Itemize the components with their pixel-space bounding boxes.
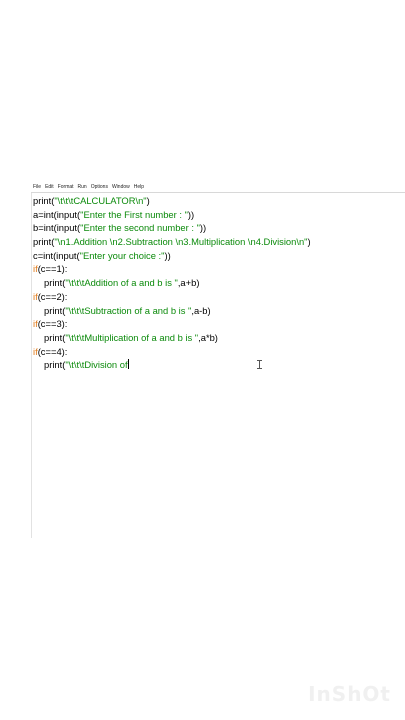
code-token: print( [33,236,55,248]
code-line: if(c==3): [33,317,403,331]
code-token: (c==4): [37,345,68,357]
menu-options[interactable]: Options [91,183,108,192]
menu-file[interactable]: File [33,183,41,192]
code-token: print( [44,331,66,343]
menu-bar: File Edit Format Run Options Window Help [31,183,405,192]
code-token: print( [33,195,55,206]
code-token: ,a*b) [198,331,218,343]
code-token: )) [164,249,171,261]
menu-window[interactable]: Window [112,183,130,192]
code-line: a=int(input("Enter the First number : ")… [33,208,403,222]
code-line: if(c==4): [33,345,403,359]
code-token: a=int(input( [33,208,81,220]
menu-run[interactable]: Run [78,183,87,192]
code-token: ,a-b) [191,304,211,316]
code-string: "Enter the second number : " [80,222,200,234]
code-token: (c==1): [37,263,68,275]
code-token: (c==3): [37,318,68,330]
code-line: print("\t\t\tCALCULATOR\n") [33,194,403,208]
code-token: )) [199,222,207,234]
text-cursor-icon [257,360,262,369]
code-string: "\t\t\tSubtraction of a and b is " [65,304,192,316]
code-string: "\t\t\tCALCULATOR\n" [54,195,147,206]
code-line: print("\t\t\tMultiplication of a and b i… [33,331,403,345]
code-line: print("\t\t\tDivision of [33,358,403,372]
idle-editor-window: File Edit Format Run Options Window Help… [31,183,405,538]
code-line: print("\t\t\tAddition of a and b is ",a+… [33,276,403,290]
code-string: "\n1.Addition \n2.Subtraction \n3.Multip… [54,236,308,248]
code-token: c=int(input( [33,249,80,261]
code-token: ) [307,236,311,248]
code-line: b=int(input("Enter the second number : "… [33,221,403,235]
code-string: "\t\t\tMultiplication of a and b is " [65,331,199,343]
code-token: b=int(input( [33,222,81,234]
code-line: if(c==2): [33,290,403,304]
watermark-logo: InShOt [308,682,391,706]
menu-divider [31,192,405,193]
editor-left-border [31,193,32,538]
code-token: )) [187,208,195,220]
code-token: ,a+b) [177,277,200,289]
code-token: (c==2): [37,290,68,302]
code-line: c=int(input("Enter your choice :")) [33,249,403,263]
code-line: print("\t\t\tSubtraction of a and b is "… [33,304,403,318]
code-token: print( [44,304,66,316]
text-caret [127,359,129,370]
code-token: ) [146,195,150,206]
code-editor-text-area[interactable]: print("\t\t\tCALCULATOR\n") a=int(input("… [33,194,403,534]
code-string: "\t\t\tAddition of a and b is " [65,277,178,289]
menu-edit[interactable]: Edit [45,183,54,192]
code-line: if(c==1): [33,262,403,276]
code-line: print("\n1.Addition \n2.Subtraction \n3.… [33,235,403,249]
menu-help[interactable]: Help [134,183,144,192]
code-string: "Enter your choice :" [79,249,165,261]
code-token: print( [44,277,66,289]
code-token: print( [44,359,66,371]
code-string: "Enter the First number : " [80,208,188,220]
menu-format[interactable]: Format [58,183,74,192]
code-string: "\t\t\tDivision of [65,359,128,371]
